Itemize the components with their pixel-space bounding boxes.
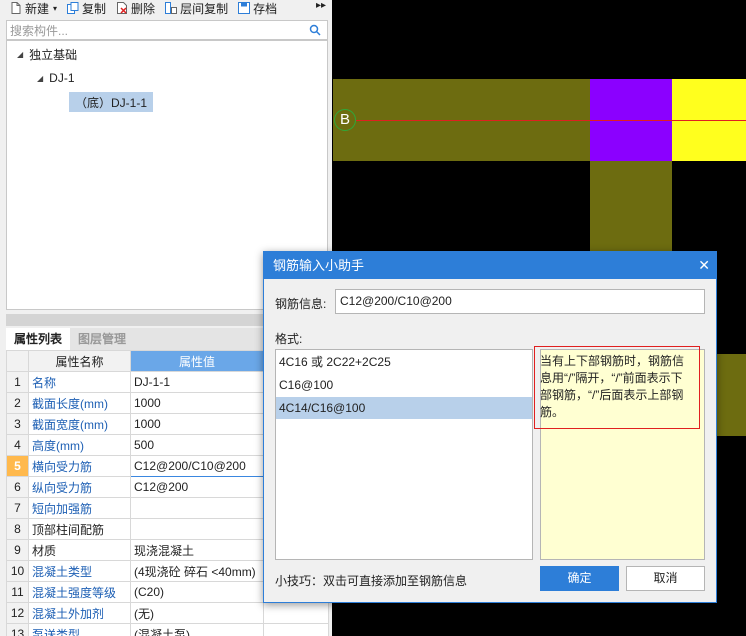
foundation-stem-olive xyxy=(590,161,672,261)
row-number: 8 xyxy=(6,518,29,540)
delete-icon xyxy=(117,2,128,14)
row-number: 4 xyxy=(6,434,29,456)
property-name: 短向加强筋 xyxy=(28,497,131,519)
format-item[interactable]: 4C16 或 2C22+2C25 xyxy=(276,351,532,373)
property-name: 截面宽度(mm) xyxy=(28,413,131,435)
tree-node-root-label: 独立基础 xyxy=(29,47,78,62)
rebar-info-label: 钢筋信息: xyxy=(275,297,327,311)
row-number: 10 xyxy=(6,560,29,582)
header-name: 属性名称 xyxy=(28,350,131,372)
row-number: 9 xyxy=(6,539,29,561)
ok-button[interactable]: 确定 xyxy=(540,566,619,591)
format-list: 4C16 或 2C22+2C25 C16@100 4C14/C16@100 xyxy=(275,349,533,560)
copy-icon xyxy=(67,2,79,14)
property-value[interactable]: 500 xyxy=(130,434,264,456)
property-extra xyxy=(263,602,329,624)
save-icon xyxy=(238,2,251,14)
dialog-title: 钢筋输入小助手 xyxy=(273,258,365,273)
property-name: 材质 xyxy=(28,539,131,561)
more-chevron-icon[interactable]: ▸▸ xyxy=(316,0,326,11)
property-name: 横向受力筋 xyxy=(28,455,131,477)
tree-node-child[interactable]: ◢ DJ-1 xyxy=(37,68,75,88)
copy-label: 复制 xyxy=(82,1,107,16)
row-number: 3 xyxy=(6,413,29,435)
property-value[interactable] xyxy=(130,497,264,519)
expand-triangle-icon[interactable]: ◢ xyxy=(37,74,43,83)
tree-node-leaf-label: （底）DJ-1-1 xyxy=(75,95,148,110)
table-row[interactable]: 13 泵送类型 (混凝土泵) xyxy=(6,623,329,636)
row-number: 11 xyxy=(6,581,29,603)
format-label: 格式: xyxy=(275,332,303,346)
property-extra xyxy=(263,623,329,636)
cancel-button[interactable]: 取消 xyxy=(626,566,705,591)
property-value[interactable]: DJ-1-1 xyxy=(130,371,264,393)
property-name: 混凝土强度等级 xyxy=(28,581,131,603)
property-name: 截面长度(mm) xyxy=(28,392,131,414)
tree-node-leaf[interactable]: （底）DJ-1-1 xyxy=(69,92,154,112)
row-number: 2 xyxy=(6,392,29,414)
search-input[interactable]: 搜索构件... xyxy=(6,20,328,40)
tab-props[interactable]: 属性列表 xyxy=(6,328,71,350)
row-number: 5 xyxy=(6,455,29,477)
property-value[interactable]: (无) xyxy=(130,602,264,624)
new-button[interactable]: 新建 ▾ xyxy=(10,0,57,16)
format-item-selected[interactable]: 4C14/C16@100 xyxy=(276,397,532,419)
row-number: 13 xyxy=(6,623,29,636)
expand-triangle-icon[interactable]: ◢ xyxy=(17,50,23,59)
close-icon[interactable]: ✕ xyxy=(698,252,710,279)
rebar-info-input[interactable]: C12@200/C10@200 xyxy=(335,289,705,314)
tree-node-root[interactable]: ◢ 独立基础 xyxy=(17,44,77,64)
save-button[interactable]: 存档 xyxy=(238,0,277,16)
new-label: 新建 xyxy=(25,1,50,16)
format-item[interactable]: C16@100 xyxy=(276,374,532,396)
property-value[interactable]: 1000 xyxy=(130,392,264,414)
property-value[interactable]: 现浇混凝土 xyxy=(130,539,264,561)
row-number: 1 xyxy=(6,371,29,393)
table-row[interactable]: 12 混凝土外加剂 (无) xyxy=(6,602,329,624)
copy-button[interactable]: 复制 xyxy=(67,0,106,16)
foundation-right-olive xyxy=(717,354,746,436)
app-window: 新建 ▾ 复制 删除 层间复制 存档 ▸▸ 搜索构件... ◢ 独立基础 ◢ D… xyxy=(0,0,746,636)
tip-text: 小技巧：双击可直接添加至钢筋信息 xyxy=(275,574,468,588)
layer-copy-icon xyxy=(165,2,178,14)
property-name: 纵向受力筋 xyxy=(28,476,131,498)
property-name: 混凝土类型 xyxy=(28,560,131,582)
hint-panel: 当有上下部钢筋时，钢筋信息用“/”隔开，“/”前面表示下部钢筋，“/”后面表示上… xyxy=(534,346,705,560)
property-value[interactable]: (C20) xyxy=(130,581,264,603)
property-value[interactable]: 1000 xyxy=(130,413,264,435)
hint-text: 当有上下部钢筋时，钢筋信息用“/”隔开，“/”前面表示下部钢筋，“/”后面表示上… xyxy=(534,346,700,429)
property-name: 高度(mm) xyxy=(28,434,131,456)
header-no xyxy=(6,350,29,372)
new-file-icon xyxy=(11,2,21,14)
delete-label: 删除 xyxy=(131,1,156,16)
row-number: 7 xyxy=(6,497,29,519)
axis-label-b: B xyxy=(334,109,356,131)
header-value: 属性值 xyxy=(130,350,264,372)
row-number: 12 xyxy=(6,602,29,624)
property-value[interactable]: (4现浇砼 碎石 <40mm) xyxy=(130,560,264,582)
property-name: 混凝土外加剂 xyxy=(28,602,131,624)
tab-layers[interactable]: 图层管理 xyxy=(70,328,134,350)
toolbar: 新建 ▾ 复制 删除 层间复制 存档 ▸▸ xyxy=(0,0,332,16)
property-value[interactable] xyxy=(130,518,264,540)
search-icon[interactable] xyxy=(309,24,321,36)
property-value[interactable]: (混凝土泵) xyxy=(130,623,264,636)
save-label: 存档 xyxy=(253,1,278,16)
property-name: 泵送类型 xyxy=(28,623,131,636)
rebar-input-dialog: 钢筋输入小助手 ✕ 钢筋信息: C12@200/C10@200 格式: 4C16… xyxy=(263,251,717,603)
property-name: 名称 xyxy=(28,371,131,393)
layer-copy-label: 层间复制 xyxy=(180,1,229,16)
property-name: 顶部柱间配筋 xyxy=(28,518,131,540)
delete-button[interactable]: 删除 xyxy=(116,0,155,16)
caret-down-icon: ▾ xyxy=(53,3,58,13)
property-value[interactable]: C12@200/C10@200 xyxy=(130,455,264,477)
tree-node-child-label: DJ-1 xyxy=(49,71,75,85)
row-number: 6 xyxy=(6,476,29,498)
property-value[interactable]: C12@200 xyxy=(130,476,264,498)
layer-copy-button[interactable]: 层间复制 xyxy=(165,0,228,16)
dialog-title-bar: 钢筋输入小助手 ✕ xyxy=(264,252,716,279)
axis-line xyxy=(356,120,746,121)
search-placeholder: 搜索构件... xyxy=(10,23,69,38)
